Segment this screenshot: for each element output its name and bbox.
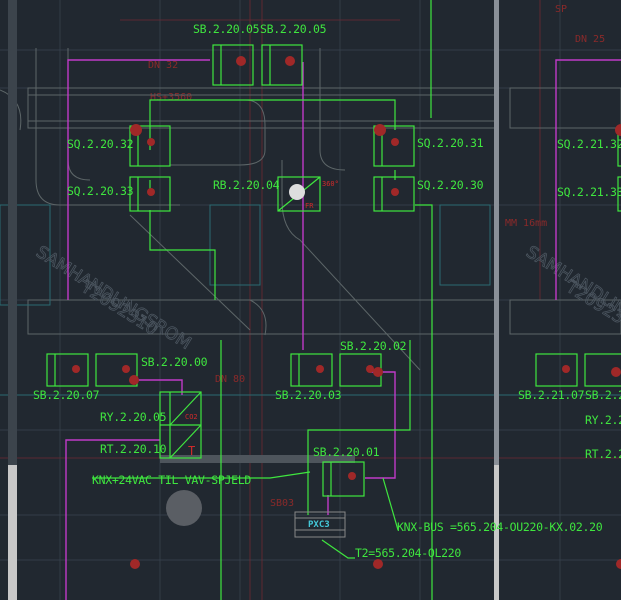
damper-sb-2-20-01[interactable] [322, 461, 365, 497]
label-sq-2-21-33: SQ.2.21.33 [557, 185, 621, 199]
note-sp: SP [555, 4, 567, 15]
damper-sb-2-20-03[interactable] [290, 353, 333, 387]
label-sb-2-20-01: SB.2.20.01 [313, 445, 380, 459]
label-sq-2-20-32: SQ.2.20.32 [67, 137, 133, 151]
label-sb-2-20-00: SB.2.20.00 [141, 355, 208, 369]
temperature-symbol: T [188, 444, 195, 458]
controller-pxc3[interactable]: PXC3 [294, 511, 346, 538]
label-rt-2-20-10: RT.2.20.10 [100, 442, 167, 456]
annotation-knx-vav: KNX+24VAC TIL VAV-SPJELD [92, 473, 251, 487]
damper-sq-2-20-31[interactable] [373, 124, 415, 167]
note-dn32: DN 32 [148, 60, 178, 71]
cad-drawing-canvas[interactable]: DN 32 HS+3560 SP DN 25 MM 16mm SB03 DN 8… [0, 0, 621, 600]
damper-sb-2-20-02[interactable] [339, 353, 383, 387]
label-sq-2-20-30: SQ.2.20.30 [417, 178, 484, 192]
label-sb-2-20-07: SB.2.20.07 [33, 388, 100, 402]
co2-label: CO2 [185, 413, 198, 421]
damper-sb-2-20-05-b[interactable] [261, 44, 303, 86]
cad-drawing: DN 32 HS+3560 SP DN 25 MM 16mm SB03 DN 8… [0, 0, 621, 600]
ceiling-outlets [130, 559, 621, 569]
damper-sb-2-20-07[interactable] [46, 353, 89, 387]
label-sb-2-20-03: SB.2.20.03 [275, 388, 342, 402]
label-ry-2-2: RY.2.2 [585, 413, 621, 427]
damper-sb-2-20-05-a[interactable] [212, 44, 254, 86]
label-sq-2-21-32: SQ.2.21.32 [557, 137, 621, 151]
label-rb-2-20-04: RB.2.20.04 [213, 178, 280, 192]
label-sb-2-20-05: SB.2.20.05 [193, 22, 259, 36]
label-sb-2-20-02: SB.2.20.02 [340, 339, 406, 353]
room-labels: SAMHANDLINGSROM T2092310 SAMHANDLINGSROM… [32, 242, 621, 354]
label-sq-2-20-33: SQ.2.20.33 [67, 184, 134, 198]
angle-label: 360° [322, 180, 339, 188]
label-sb-2-21-07: SB.2.21.07 [518, 388, 585, 402]
label-sq-2-20-31: SQ.2.20.31 [417, 136, 484, 150]
damper-sb-2-21-07[interactable] [535, 353, 578, 387]
label-sb-2-21: SB.2.21 [585, 388, 621, 402]
note-mm: MM 16mm [505, 218, 547, 229]
pxc-label: PXC3 [308, 520, 330, 530]
note-hs: HS+3560 [150, 92, 192, 103]
annotation-t2: T2=565.204-OL220 [355, 546, 461, 560]
damper-sq-2-20-30[interactable] [373, 176, 415, 212]
annotation-knx-bus: KNX-BUS =565.204-OU220-KX.02.20 [397, 520, 603, 534]
damper-sb-2-20-00[interactable] [95, 353, 139, 387]
label-ry-2-20-05: RY.2.20.05 [100, 410, 166, 424]
fr-label: FR [305, 202, 314, 210]
label-rt-2-2: RT.2.2 [585, 447, 621, 461]
label-sb-2-20-05: SB.2.20.05 [260, 22, 326, 36]
note-dn25: DN 25 [575, 34, 605, 45]
sensor-rb-2-20-04[interactable]: 360° FR [277, 176, 339, 212]
note-sb03: SB03 [270, 498, 294, 509]
note-dn80: DN 80 [215, 374, 245, 385]
damper-sb-2-21-x[interactable] [584, 353, 621, 387]
